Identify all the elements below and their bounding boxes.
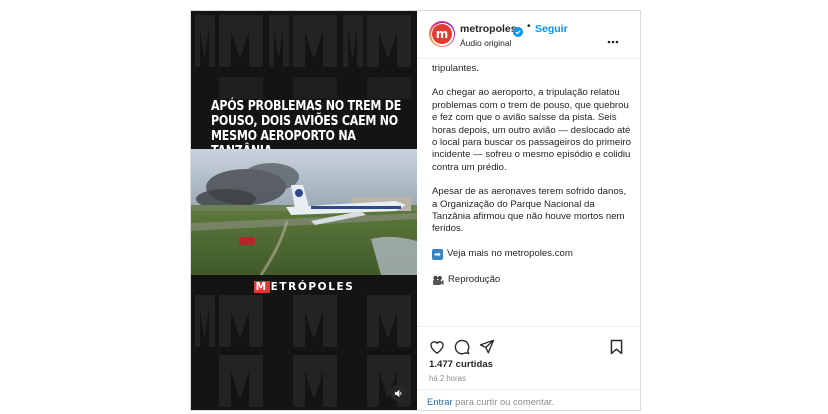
post-details: m metropoles • Seguir Áudio original tri… xyxy=(417,11,640,410)
post-timestamp[interactable]: há 2 horas xyxy=(429,374,466,383)
post-media[interactable]: Após problemas no trem de pouso, dois av… xyxy=(191,11,417,410)
post-caption: tripulantes. Ao chegar ao aeroporto, a t… xyxy=(432,59,632,326)
audio-toggle-button[interactable] xyxy=(390,385,406,401)
comment-prompt: Entrar para curtir ou comentar. xyxy=(417,389,640,410)
caption-link-line: ➡ Veja mais no metropoles.com xyxy=(432,248,632,260)
comment-prompt-text: para curtir ou comentar. xyxy=(455,396,555,407)
login-link[interactable]: Entrar xyxy=(427,396,453,407)
speaker-icon xyxy=(394,389,401,397)
likes-count[interactable]: 1.477 curtidas xyxy=(429,359,493,370)
right-arrow-emoji-icon: ➡ xyxy=(432,248,443,260)
username-link[interactable]: metropoles xyxy=(460,23,517,35)
caption-paragraph-2: Apesar de as aeronaves terem sofrido dan… xyxy=(432,186,627,235)
post-header: m metropoles • Seguir Áudio original xyxy=(417,11,640,59)
caption-paragraph-1: Ao chegar ao aeroporto, a tripulação rel… xyxy=(432,87,631,173)
save-bookmark-icon[interactable] xyxy=(610,339,623,360)
avatar[interactable]: m xyxy=(429,21,455,47)
separator-dot: • xyxy=(527,21,531,32)
caption-link-text: Veja mais no metropoles.com xyxy=(447,247,573,259)
avatar-letter: m xyxy=(432,24,452,44)
share-icon[interactable] xyxy=(479,339,495,359)
crash-photo xyxy=(191,149,417,275)
comment-icon[interactable] xyxy=(454,339,470,360)
instagram-post: Após problemas no trem de pouso, dois av… xyxy=(190,10,641,411)
caption-cut-line: tripulantes. xyxy=(432,63,479,74)
verified-badge-icon xyxy=(513,24,523,42)
like-icon[interactable] xyxy=(429,339,445,359)
logo-rest: ETRÓPOLES xyxy=(270,281,355,293)
caption-credit-text: Reprodução xyxy=(448,274,501,286)
more-options-icon[interactable] xyxy=(607,31,619,49)
follow-button[interactable]: Seguir xyxy=(535,23,568,35)
caption-credit-line: Reprodução xyxy=(432,274,632,286)
metropoles-logo: M ETRÓPOLES xyxy=(191,281,417,293)
logo-m: M xyxy=(253,281,270,293)
audio-link[interactable]: Áudio original xyxy=(460,38,512,48)
movie-camera-emoji-icon xyxy=(433,275,444,285)
